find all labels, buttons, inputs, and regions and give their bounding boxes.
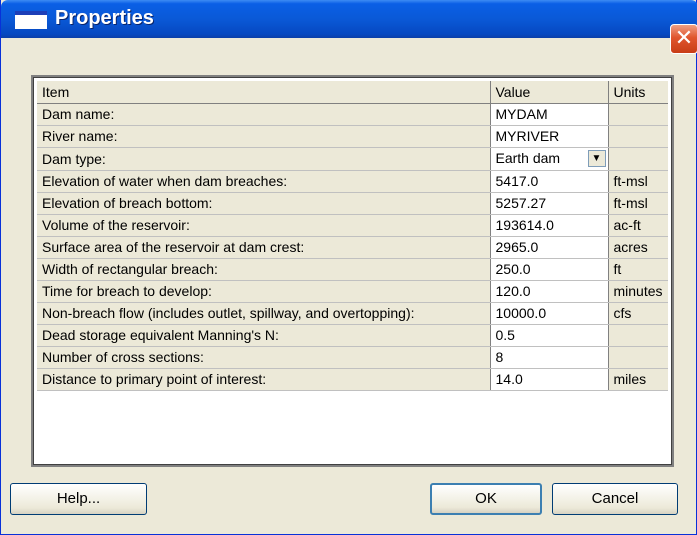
ok-button[interactable]: OK xyxy=(430,483,542,515)
property-value-field[interactable]: 2965.0 xyxy=(490,236,609,259)
table-row: Elevation of water when dam breaches: 541… xyxy=(37,170,668,193)
table-row: Non-breach flow (includes outlet, spillw… xyxy=(37,302,668,325)
properties-grid: Item Value Units Dam name: MYDAM River nam… xyxy=(31,75,674,467)
table-row: Surface area of the reservoir at dam cre… xyxy=(37,236,668,259)
dropdown-container[interactable]: Earth dam ▼ xyxy=(496,148,608,170)
chevron-down-icon[interactable]: ▼ xyxy=(587,149,606,167)
window-icon xyxy=(15,11,47,29)
property-value-field[interactable]: MYRIVER xyxy=(490,125,609,148)
property-units xyxy=(608,125,668,148)
property-units: acres xyxy=(608,236,668,259)
header-units: Units xyxy=(608,81,668,104)
property-value-field[interactable]: 120.0 xyxy=(490,280,609,303)
close-button[interactable]: ✕ xyxy=(670,24,697,54)
grid-body: Item Value Units Dam name: MYDAM River nam… xyxy=(33,77,672,465)
property-label: Volume of the reservoir: xyxy=(37,214,491,237)
property-units xyxy=(608,346,668,369)
property-value-field[interactable]: 250.0 xyxy=(490,258,609,281)
dam-type-select[interactable]: Earth dam ▼ xyxy=(490,147,609,171)
table-row: Elevation of breach bottom: 5257.27 ft-msl xyxy=(37,192,668,215)
header-value: Value xyxy=(490,81,609,104)
table-row: Distance to primary point of interest: 14… xyxy=(37,368,668,391)
property-label: Distance to primary point of interest: xyxy=(37,368,491,391)
property-value-field[interactable]: 14.0 xyxy=(490,368,609,391)
help-button[interactable]: Help... xyxy=(10,483,147,515)
property-label: River name: xyxy=(37,125,491,148)
close-icon: ✕ xyxy=(674,26,694,51)
property-units: ft-msl xyxy=(608,170,668,193)
property-label: Non-breach flow (includes outlet, spillw… xyxy=(37,302,491,325)
property-units: ft xyxy=(608,258,668,281)
property-table: Item Value Units Dam name: MYDAM River nam… xyxy=(37,81,668,391)
property-units xyxy=(608,324,668,347)
property-label: Dam name: xyxy=(37,103,491,126)
grid-header-row: Item Value Units xyxy=(37,81,668,104)
property-label: Width of rectangular breach: xyxy=(37,258,491,281)
window-title: Properties xyxy=(55,7,154,29)
table-row: River name: MYRIVER xyxy=(37,125,668,148)
title-bar[interactable]: Properties xyxy=(1,0,697,38)
property-units: ac-ft xyxy=(608,214,668,237)
dropdown-value: Earth dam xyxy=(495,149,561,166)
property-value-field[interactable]: 5257.27 xyxy=(490,192,609,215)
property-units xyxy=(608,103,668,126)
property-value-field[interactable]: 10000.0 xyxy=(490,302,609,325)
table-row: Number of cross sections: 8 xyxy=(37,346,668,369)
header-item: Item xyxy=(37,81,491,104)
table-row: Time for breach to develop: 120.0 minutes xyxy=(37,280,668,303)
table-row: Dam type: Earth dam ▼ xyxy=(37,147,668,171)
table-row: Width of rectangular breach: 250.0 ft xyxy=(37,258,668,281)
property-label: Surface area of the reservoir at dam cre… xyxy=(37,236,491,259)
property-units: ft-msl xyxy=(608,192,668,215)
property-units: cfs xyxy=(608,302,668,325)
property-value-field[interactable]: 193614.0 xyxy=(490,214,609,237)
table-row: Dead storage equivalent Manning's N: 0.5 xyxy=(37,324,668,347)
cancel-button[interactable]: Cancel xyxy=(552,483,678,515)
property-units xyxy=(608,147,668,171)
property-value-field[interactable]: MYDAM xyxy=(490,103,609,126)
property-value-field[interactable]: 5417.0 xyxy=(490,170,609,193)
property-label: Number of cross sections: xyxy=(37,346,491,369)
property-label: Dead storage equivalent Manning's N: xyxy=(37,324,491,347)
property-label: Dam type: xyxy=(37,147,491,171)
table-row: Dam name: MYDAM xyxy=(37,103,668,126)
property-label: Elevation of water when dam breaches: xyxy=(37,170,491,193)
property-units: miles xyxy=(608,368,668,391)
property-label: Time for breach to develop: xyxy=(37,280,491,303)
property-label: Elevation of breach bottom: xyxy=(37,192,491,215)
property-value-field[interactable]: 0.5 xyxy=(490,324,609,347)
property-units: minutes xyxy=(608,280,668,303)
properties-dialog: Properties ✕ Item Value Units Dam name: M… xyxy=(0,0,697,535)
table-row: Volume of the reservoir: 193614.0 ac-ft xyxy=(37,214,668,237)
property-value-field[interactable]: 8 xyxy=(490,346,609,369)
